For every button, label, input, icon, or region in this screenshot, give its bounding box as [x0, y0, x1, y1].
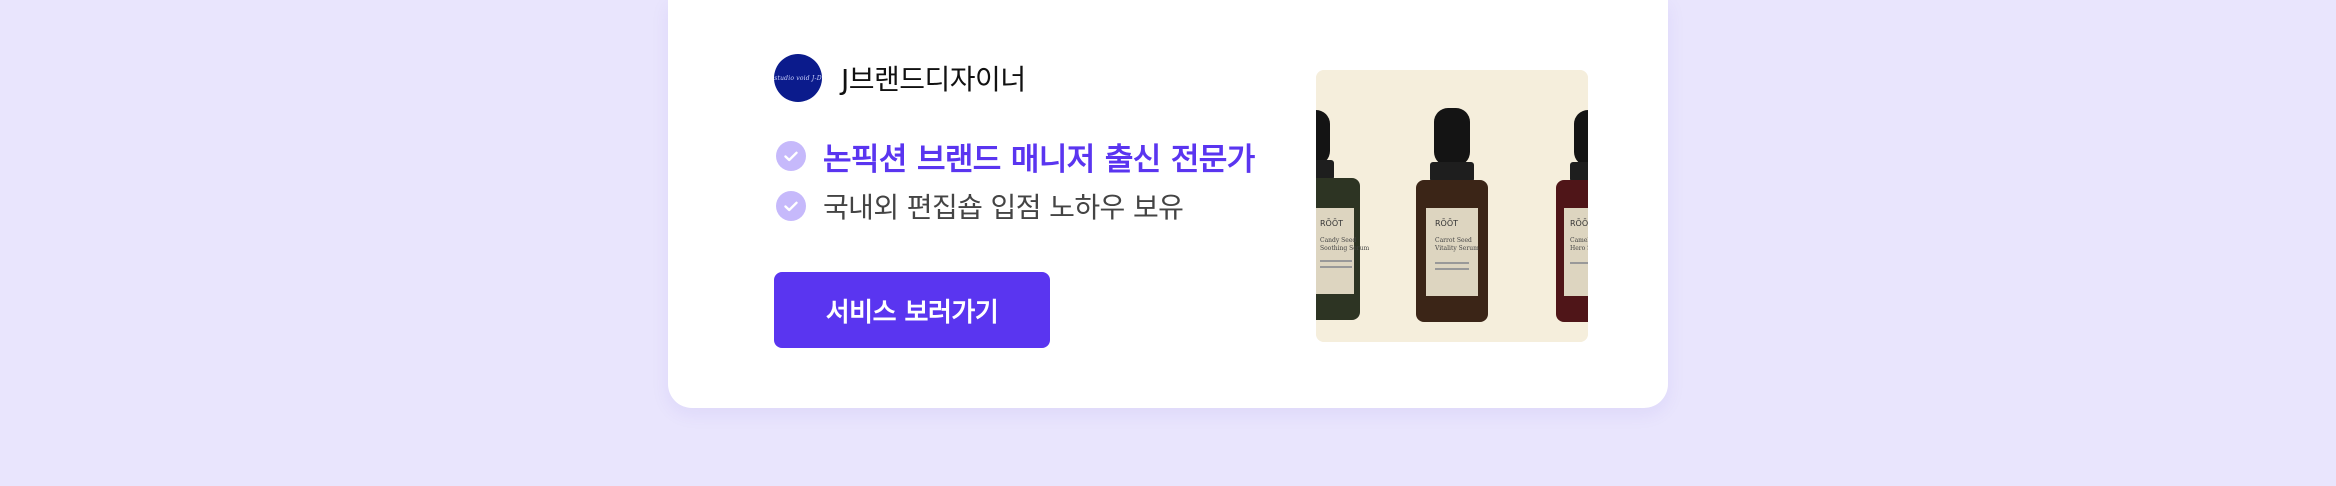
svg-text:Camellia: Camellia	[1570, 237, 1588, 244]
product-image: RŌŌT Candy Seed Soothing Serum RŌŌT Carr…	[1316, 70, 1588, 342]
check-icon	[776, 191, 806, 221]
service-card: studio void J-D J브랜드디자이너 논픽션 브랜드 매니저 출신 …	[668, 0, 1668, 408]
check-icon	[776, 141, 806, 171]
feature-text: 논픽션 브랜드 매니저 출신 전문가	[823, 141, 1255, 178]
feature-list: 논픽션 브랜드 매니저 출신 전문가 국내외 편집숍 입점 노하우 보유	[776, 132, 1255, 230]
svg-text:Soothing Serum: Soothing Serum	[1320, 245, 1370, 252]
view-service-button[interactable]: 서비스 보러가기	[774, 272, 1050, 348]
feature-text: 국내외 편집숍 입점 노하우 보유	[823, 191, 1184, 224]
avatar-logo-text: studio void J-D	[774, 74, 822, 82]
svg-text:Carrot Seed: Carrot Seed	[1435, 237, 1472, 244]
svg-text:Vitality Serum: Vitality Serum	[1434, 245, 1479, 252]
svg-text:Hero Serum: Hero Serum	[1570, 245, 1588, 252]
svg-text:RŌŌT: RŌŌT	[1435, 218, 1458, 228]
svg-text:RŌŌT: RŌŌT	[1570, 218, 1588, 228]
seller-avatar: studio void J-D	[774, 54, 822, 102]
feature-item-expert: 논픽션 브랜드 매니저 출신 전문가	[776, 132, 1255, 180]
svg-text:Candy Seed: Candy Seed	[1320, 237, 1356, 244]
seller-info: studio void J-D J브랜드디자이너	[774, 53, 1026, 103]
seller-name: J브랜드디자이너	[841, 63, 1026, 96]
feature-item-knowhow: 국내외 편집숍 입점 노하우 보유	[776, 182, 1255, 230]
svg-text:RŌŌT: RŌŌT	[1320, 218, 1343, 228]
serum-bottles-illustration: RŌŌT Candy Seed Soothing Serum RŌŌT Carr…	[1316, 70, 1588, 342]
